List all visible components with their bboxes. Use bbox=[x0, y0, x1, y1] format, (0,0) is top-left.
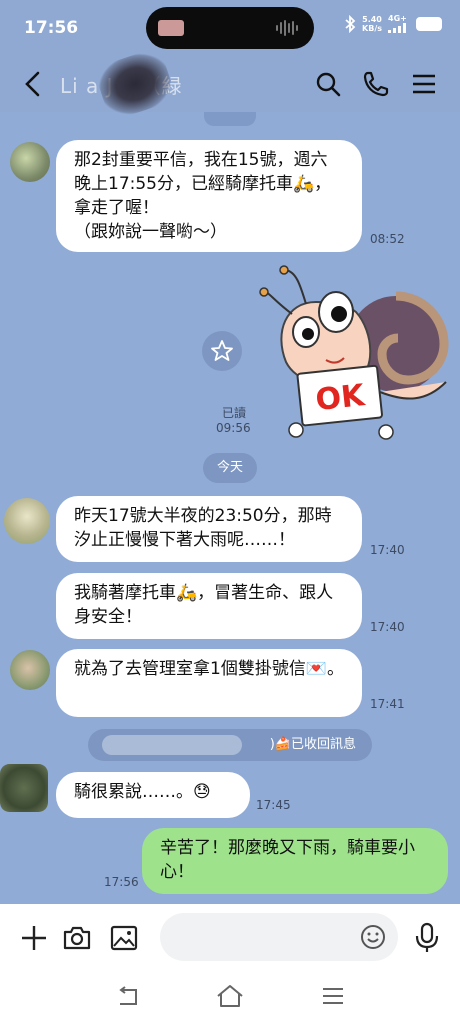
message-bubble[interactable]: 騎很累說……。😓 bbox=[56, 772, 250, 818]
message-time: 17:45 bbox=[256, 798, 291, 812]
message-bubble[interactable]: 就為了去管理室拿1個雙掛號信💌。 bbox=[56, 649, 362, 717]
message-input[interactable] bbox=[160, 913, 398, 961]
net-speed-unit: KB/s bbox=[362, 23, 382, 33]
menu-icon[interactable] bbox=[410, 70, 438, 98]
recalled-message-notice: )🍰已收回訊息 bbox=[88, 729, 372, 761]
message-time: 17:56 bbox=[104, 875, 139, 889]
status-bar: 17:56 5.40 KB/s 4G+ bbox=[0, 0, 460, 56]
message-bubble[interactable]: 那2封重要平信，我在15號，週六晚上17:55分，已經騎摩托車🛵，拿走了喔！ （… bbox=[56, 140, 362, 252]
message-time: 17:41 bbox=[370, 697, 405, 711]
message-time: 17:40 bbox=[370, 620, 405, 634]
search-icon[interactable] bbox=[314, 70, 342, 98]
avatar[interactable] bbox=[10, 142, 50, 182]
media-thumbnail-icon bbox=[158, 20, 184, 36]
sent-message-bubble[interactable]: 辛苦了！那麼晚又下雨，騎車要小心！ bbox=[142, 828, 448, 894]
scroll-indicator bbox=[204, 112, 256, 126]
microphone-icon[interactable] bbox=[414, 922, 440, 954]
star-icon bbox=[211, 340, 233, 361]
status-icons: 5.40 KB/s 4G+ bbox=[344, 14, 442, 33]
message-bubble[interactable]: 昨天17號大半夜的23:50分，那時汐止正慢慢下著大雨呢……！ bbox=[56, 496, 362, 562]
system-nav-bar bbox=[0, 972, 460, 1024]
redaction-scribble bbox=[93, 46, 177, 122]
message-time: 17:40 bbox=[370, 543, 405, 557]
message-time: 08:52 bbox=[370, 232, 405, 246]
sticker-text: OK bbox=[314, 378, 368, 418]
signal-icon bbox=[388, 23, 406, 33]
net-speed-value: 5.40 bbox=[362, 14, 382, 24]
signal-group: 4G+ bbox=[388, 14, 410, 33]
read-receipt: 已讀 bbox=[222, 406, 247, 420]
notice-text: )🍰已收回訊息 bbox=[269, 737, 356, 752]
emoji-icon[interactable] bbox=[360, 924, 386, 950]
bluetooth-icon bbox=[345, 14, 356, 33]
back-nav-icon[interactable] bbox=[116, 986, 140, 1008]
avatar[interactable] bbox=[10, 650, 50, 690]
camera-icon[interactable] bbox=[62, 924, 92, 952]
network-type: 4G+ bbox=[388, 14, 407, 23]
chat-area[interactable]: 那2封重要平信，我在15號，週六晚上17:55分，已經騎摩托車🛵，拿走了喔！ （… bbox=[0, 112, 460, 904]
chevron-left-icon[interactable] bbox=[22, 70, 44, 98]
chat-header: Li a Jen（緑 bbox=[0, 46, 460, 122]
avatar[interactable] bbox=[4, 498, 50, 544]
plus-icon[interactable] bbox=[20, 924, 48, 952]
message-time: 09:56 bbox=[216, 421, 251, 435]
status-time: 17:56 bbox=[24, 18, 79, 38]
audio-wave-icon bbox=[276, 19, 300, 37]
input-bar bbox=[0, 904, 460, 972]
phone-icon[interactable] bbox=[362, 70, 390, 98]
dynamic-island bbox=[146, 7, 314, 49]
home-nav-icon[interactable] bbox=[216, 984, 244, 1008]
battery-icon bbox=[416, 16, 442, 31]
message-bubble[interactable]: 我騎著摩托車🛵，冒著生命、跟人身安全！ bbox=[56, 573, 362, 639]
snail-ok-sticker[interactable]: OK bbox=[256, 262, 452, 442]
avatar[interactable] bbox=[0, 764, 48, 812]
recents-nav-icon[interactable] bbox=[322, 986, 344, 1006]
image-icon[interactable] bbox=[110, 924, 138, 952]
redaction-scribble bbox=[102, 735, 242, 755]
date-divider: 今天 bbox=[203, 453, 257, 483]
star-button[interactable] bbox=[202, 331, 242, 371]
net-speed: 5.40 KB/s bbox=[362, 15, 382, 33]
